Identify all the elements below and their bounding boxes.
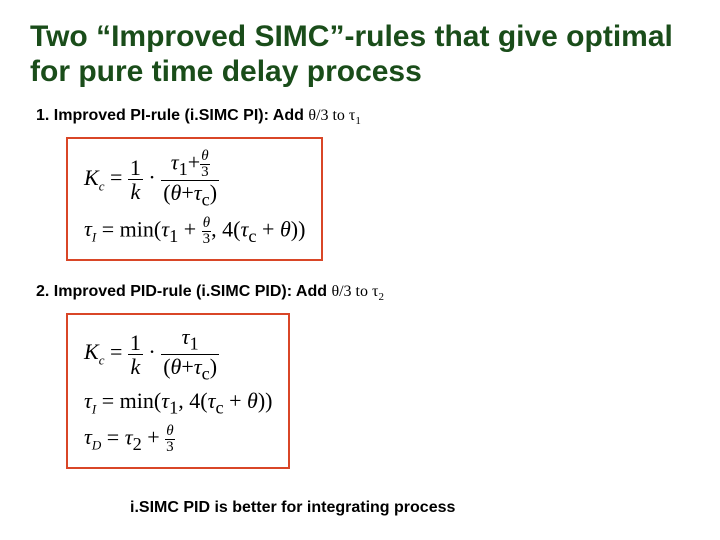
- rule1-heading: 1. Improved PI-rule (i.SIMC PI): Add θ/3…: [36, 107, 690, 127]
- rule2-head-frac: θ/3: [331, 283, 351, 300]
- frac-main2: τ1 (θ+τc): [161, 325, 219, 383]
- rp3: ): [298, 216, 305, 241]
- eq5: =: [107, 424, 125, 449]
- t3: 3: [200, 165, 210, 180]
- num1: 1: [128, 156, 143, 180]
- rp4: ): [210, 354, 217, 379]
- kc2-sub: c: [99, 353, 105, 368]
- rp: ): [210, 180, 217, 205]
- eq2: =: [102, 216, 120, 241]
- den-kb: k: [128, 355, 143, 378]
- plus7: +: [147, 424, 159, 449]
- th6: θ: [247, 388, 258, 413]
- plus5: +: [181, 354, 193, 379]
- min: min: [120, 216, 154, 241]
- sc: c: [202, 190, 210, 210]
- min2: min: [120, 388, 154, 413]
- rule2-head-mid: to: [352, 283, 372, 300]
- sc4: c: [215, 398, 223, 418]
- th2: θ: [171, 180, 182, 205]
- rule2-head-sub: 2: [378, 291, 384, 303]
- plus3: +: [184, 216, 196, 241]
- th4: θ: [280, 216, 291, 241]
- t3b: 3: [202, 232, 212, 247]
- rule1-kc: Kc = 1 k · τ1+θ3 (θ+τc): [84, 149, 305, 210]
- s1c: 1: [190, 333, 199, 353]
- tau2a: τ: [125, 424, 133, 449]
- rule1-taui: τI = min(τ1 + θ3, 4(τc + θ)): [84, 216, 305, 247]
- slide-title: Two “Improved SIMC”-rules that give opti…: [30, 20, 690, 89]
- ti2-sym: τ: [84, 388, 92, 413]
- tau: τ: [171, 150, 179, 175]
- tau1c: τ: [182, 324, 190, 349]
- kc-sym: K: [84, 165, 99, 190]
- lp: (: [163, 180, 170, 205]
- rule2-kc: Kc = 1 k · τ1 (θ+τc): [84, 325, 272, 383]
- rule1-head-frac: θ/3: [308, 107, 328, 124]
- th7: θ: [165, 424, 175, 440]
- s1: 1: [179, 159, 188, 179]
- frac-1k-b: 1 k: [128, 331, 143, 378]
- ti-sym: τ: [84, 216, 92, 241]
- lp3: (: [233, 216, 240, 241]
- rule2-head-text: 2. Improved PID-rule (i.SIMC PID): Add: [36, 283, 331, 300]
- comma2: ,: [178, 388, 189, 413]
- rp6: ): [265, 388, 272, 413]
- num1b: 1: [128, 331, 143, 355]
- rule1-head-sub: 1: [355, 115, 361, 127]
- th: θ: [200, 149, 210, 165]
- four2: 4: [189, 388, 200, 413]
- ti-sub: I: [92, 230, 96, 245]
- rule1-head-text: 1. Improved PI-rule (i.SIMC PI): Add: [36, 107, 308, 124]
- tc: τ: [194, 180, 202, 205]
- rule1-formula-box: Kc = 1 k · τ1+θ3 (θ+τc) τI = min(τ1 + θ3…: [66, 137, 323, 261]
- s1b: 1: [169, 226, 178, 246]
- rule2-taui: τI = min(τ1, 4(τc + θ)): [84, 389, 272, 418]
- footer-note: i.SIMC PID is better for integrating pro…: [130, 499, 690, 517]
- sc3: c: [202, 363, 210, 383]
- plus6: +: [229, 388, 241, 413]
- eq3: =: [110, 339, 128, 364]
- rule2-formula-box: Kc = 1 k · τ1 (θ+τc) τI = min(τ1, 4(τc +…: [66, 313, 290, 469]
- rule1-head-mid: to: [328, 107, 348, 124]
- t3c: 3: [165, 440, 175, 455]
- eq: =: [110, 165, 128, 190]
- rp2: ): [291, 216, 298, 241]
- frac-1k: 1 k: [128, 156, 143, 203]
- plus2: +: [181, 180, 193, 205]
- th3: θ: [202, 216, 212, 232]
- sc2: c: [248, 226, 256, 246]
- tc3: τ: [194, 354, 202, 379]
- th5: θ: [171, 354, 182, 379]
- td-sym: τ: [84, 424, 92, 449]
- tau1b: τ: [161, 216, 169, 241]
- dot: ·: [148, 165, 161, 190]
- rule2-heading: 2. Improved PID-rule (i.SIMC PID): Add θ…: [36, 283, 690, 303]
- dot2: ·: [148, 339, 161, 364]
- kc2-sym: K: [84, 339, 99, 364]
- plus4: +: [262, 216, 274, 241]
- lp4: (: [163, 354, 170, 379]
- lp6: (: [200, 388, 207, 413]
- s1d: 1: [169, 398, 178, 418]
- tau1d: τ: [161, 388, 169, 413]
- eq4: =: [102, 388, 120, 413]
- frac-main1: τ1+θ3 (θ+τc): [161, 149, 219, 210]
- den-k: k: [128, 180, 143, 203]
- four: 4: [222, 216, 233, 241]
- kc-sub: c: [99, 178, 105, 193]
- comma: ,: [211, 216, 222, 241]
- plus: +: [188, 150, 200, 175]
- ti2-sub: I: [92, 402, 96, 417]
- td-sub: D: [92, 438, 101, 453]
- rule2-taud: τD = τ2 + θ3: [84, 424, 272, 455]
- s2a: 2: [133, 434, 142, 454]
